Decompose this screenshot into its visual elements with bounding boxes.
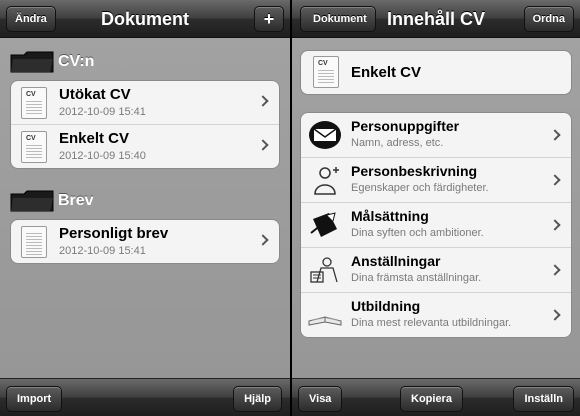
item-subtitle: Dina främsta anställningar.: [351, 272, 482, 284]
open-book-icon: [308, 316, 342, 326]
chevron-right-icon: [549, 264, 561, 276]
target-arrow-icon: [310, 212, 337, 237]
copy-button[interactable]: Kopiera: [400, 386, 463, 412]
list-item-personligt-brev[interactable]: Personligt brev 2012-10-09 15:41: [11, 220, 279, 263]
documents-toolbar: Import Hjälp: [0, 378, 290, 416]
list-item-utbildning[interactable]: Utbildning Dina mest relevanta utbildnin…: [301, 293, 571, 337]
list-item-personuppgifter[interactable]: Personuppgifter Namn, adress, etc.: [301, 113, 571, 158]
cv-sections-list: Personuppgifter Namn, adress, etc. Perso…: [300, 112, 572, 338]
documents-pane: Dokument Ändra + CV:n CV Utökat CV 2012-…: [0, 0, 290, 416]
worker-icon: [310, 257, 338, 283]
item-date: 2012-10-09 15:41: [59, 245, 146, 257]
cv-document-icon: CV: [313, 56, 339, 88]
import-button[interactable]: Import: [6, 386, 63, 412]
item-date: 2012-10-09 15:40: [59, 150, 146, 162]
arrange-button[interactable]: Ordna: [523, 6, 574, 32]
chevron-right-icon: [257, 234, 269, 246]
item-subtitle: Namn, adress, etc.: [351, 137, 444, 149]
item-title: Anställningar: [351, 253, 441, 269]
item-title: Personligt brev: [59, 225, 169, 242]
document-name-card[interactable]: CV Enkelt CV: [300, 50, 572, 95]
list-item-anstallningar[interactable]: Anställningar Dina främsta anställningar…: [301, 248, 571, 293]
document-name: Enkelt CV: [351, 64, 422, 81]
item-subtitle: Egenskaper och färdigheter.: [351, 182, 489, 194]
letters-list: Personligt brev 2012-10-09 15:41: [10, 219, 280, 264]
list-item-personbeskrivning[interactable]: Personbeskrivning Egenskaper och färdigh…: [301, 158, 571, 203]
item-title: Enkelt CV: [59, 130, 130, 147]
edit-button[interactable]: Ändra: [6, 6, 56, 32]
letter-document-icon: [21, 226, 47, 258]
chevron-right-icon: [549, 219, 561, 231]
item-title: Målsättning: [351, 208, 429, 224]
item-date: 2012-10-09 15:41: [59, 106, 146, 118]
envelope-icon: [309, 121, 341, 149]
cv-document-icon: CV: [21, 131, 47, 163]
list-item-utokat-cv[interactable]: CV Utökat CV 2012-10-09 15:41: [11, 81, 279, 125]
chevron-right-icon: [257, 95, 269, 107]
item-subtitle: Dina syften och ambitioner.: [351, 227, 484, 239]
chevron-right-icon: [549, 309, 561, 321]
list-item-malsattning[interactable]: Målsättning Dina syften och ambitioner.: [301, 203, 571, 248]
cv-list: CV Utökat CV 2012-10-09 15:41 CV Enkelt …: [10, 80, 280, 169]
item-title: Personbeskrivning: [351, 163, 478, 179]
back-button[interactable]: Dokument: [300, 6, 376, 32]
list-item-enkelt-cv[interactable]: CV Enkelt CV 2012-10-09 15:40: [11, 125, 279, 168]
cv-document-icon: CV: [21, 87, 47, 119]
section-label-brev: Brev: [58, 192, 94, 209]
person-icon: [314, 167, 339, 195]
cv-content-pane: Innehåll CV Dokument Ordna CV Enkelt CV …: [292, 0, 580, 416]
documents-navbar: Dokument Ändra +: [0, 0, 290, 38]
help-button[interactable]: Hjälp: [233, 386, 282, 412]
add-button[interactable]: +: [254, 6, 284, 32]
section-label-cv: CV:n: [58, 53, 95, 70]
chevron-right-icon: [257, 139, 269, 151]
cv-content-navbar: Innehåll CV Dokument Ordna: [292, 0, 580, 38]
folder-icon: [10, 190, 54, 212]
item-subtitle: Dina mest relevanta utbildningar.: [351, 317, 512, 329]
view-button[interactable]: Visa: [298, 386, 343, 412]
chevron-right-icon: [549, 129, 561, 141]
item-title: Personuppgifter: [351, 118, 460, 134]
item-title: Utökat CV: [59, 86, 131, 103]
chevron-right-icon: [549, 174, 561, 186]
settings-button[interactable]: Inställn: [513, 386, 574, 412]
cv-content-toolbar: Visa Kopiera Inställn: [292, 378, 580, 416]
item-title: Utbildning: [351, 298, 421, 314]
folder-icon: [10, 51, 54, 73]
